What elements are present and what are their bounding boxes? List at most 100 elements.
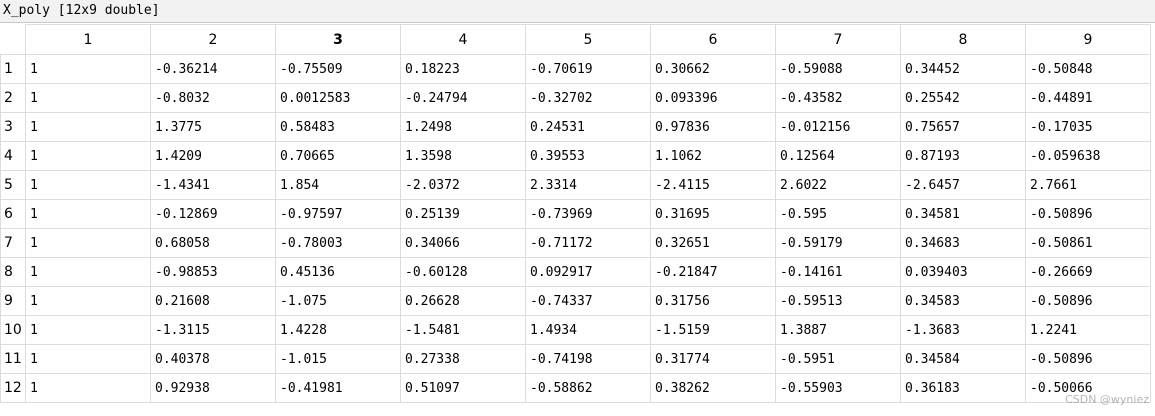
table-cell[interactable]: 2.7661 xyxy=(1025,170,1151,200)
table-cell[interactable]: 1 xyxy=(25,257,151,287)
table-cell[interactable]: 0.30662 xyxy=(650,54,776,84)
row-header[interactable]: 2 xyxy=(0,83,26,113)
table-cell[interactable]: 1 xyxy=(25,286,151,316)
table-cell[interactable]: -0.059638 xyxy=(1025,141,1151,171)
table-cell[interactable]: 1.4934 xyxy=(525,315,651,345)
table-cell[interactable]: 0.34581 xyxy=(900,199,1026,229)
table-cell[interactable]: 0.21608 xyxy=(150,286,276,316)
table-cell[interactable]: -0.50848 xyxy=(1025,54,1151,84)
table-cell[interactable]: 0.39553 xyxy=(525,141,651,171)
table-cell[interactable]: 1 xyxy=(25,373,151,403)
table-cell[interactable]: -0.14161 xyxy=(775,257,901,287)
table-cell[interactable]: 0.26628 xyxy=(400,286,526,316)
table-cell[interactable]: 0.34683 xyxy=(900,228,1026,258)
table-cell[interactable]: 0.24531 xyxy=(525,112,651,142)
table-cell[interactable]: -0.50896 xyxy=(1025,199,1151,229)
table-cell[interactable]: -1.4341 xyxy=(150,170,276,200)
table-cell[interactable]: -0.74198 xyxy=(525,344,651,374)
table-cell[interactable]: 1 xyxy=(25,83,151,113)
table-cell[interactable]: -0.98853 xyxy=(150,257,276,287)
table-cell[interactable]: 1.4209 xyxy=(150,141,276,171)
table-cell[interactable]: -2.6457 xyxy=(900,170,1026,200)
table-cell[interactable]: 1.2241 xyxy=(1025,315,1151,345)
table-cell[interactable]: 1.1062 xyxy=(650,141,776,171)
table-cell[interactable]: -0.60128 xyxy=(400,257,526,287)
table-cell[interactable]: -0.58862 xyxy=(525,373,651,403)
table-cell[interactable]: 1.3887 xyxy=(775,315,901,345)
table-cell[interactable]: -0.36214 xyxy=(150,54,276,84)
column-header-5[interactable]: 5 xyxy=(525,24,651,55)
column-header-8[interactable]: 8 xyxy=(900,24,1026,55)
table-cell[interactable]: 0.31774 xyxy=(650,344,776,374)
table-cell[interactable]: -2.4115 xyxy=(650,170,776,200)
table-cell[interactable]: 0.27338 xyxy=(400,344,526,374)
table-cell[interactable]: -0.71172 xyxy=(525,228,651,258)
column-header-9[interactable]: 9 xyxy=(1025,24,1151,55)
table-cell[interactable]: -0.24794 xyxy=(400,83,526,113)
column-header-4[interactable]: 4 xyxy=(400,24,526,55)
table-cell[interactable]: -0.74337 xyxy=(525,286,651,316)
table-cell[interactable]: 0.97836 xyxy=(650,112,776,142)
table-cell[interactable]: -0.26669 xyxy=(1025,257,1151,287)
row-header[interactable]: 12 xyxy=(0,373,26,403)
table-cell[interactable]: -0.70619 xyxy=(525,54,651,84)
table-cell[interactable]: -0.21847 xyxy=(650,257,776,287)
table-cell[interactable]: 0.36183 xyxy=(900,373,1026,403)
table-cell[interactable]: 0.31695 xyxy=(650,199,776,229)
table-cell[interactable]: -0.50896 xyxy=(1025,344,1151,374)
table-cell[interactable]: -0.17035 xyxy=(1025,112,1151,142)
table-cell[interactable]: -1.3683 xyxy=(900,315,1026,345)
table-cell[interactable]: 0.092917 xyxy=(525,257,651,287)
table-cell[interactable]: 1.4228 xyxy=(275,315,401,345)
table-cell[interactable]: 0.12564 xyxy=(775,141,901,171)
table-cell[interactable]: 0.25542 xyxy=(900,83,1026,113)
table-cell[interactable]: 0.45136 xyxy=(275,257,401,287)
table-cell[interactable]: -0.75509 xyxy=(275,54,401,84)
row-header[interactable]: 3 xyxy=(0,112,26,142)
row-header[interactable]: 5 xyxy=(0,170,26,200)
row-header[interactable]: 11 xyxy=(0,344,26,374)
row-header[interactable]: 1 xyxy=(0,54,26,84)
table-cell[interactable]: 0.34584 xyxy=(900,344,1026,374)
table-cell[interactable]: 0.40378 xyxy=(150,344,276,374)
table-cell[interactable]: -1.3115 xyxy=(150,315,276,345)
table-cell[interactable]: -0.43582 xyxy=(775,83,901,113)
column-header-2[interactable]: 2 xyxy=(150,24,276,55)
table-cell[interactable]: -1.5159 xyxy=(650,315,776,345)
table-cell[interactable]: -0.55903 xyxy=(775,373,901,403)
table-cell[interactable]: 0.70665 xyxy=(275,141,401,171)
table-cell[interactable]: 1 xyxy=(25,344,151,374)
table-cell[interactable]: 1.2498 xyxy=(400,112,526,142)
row-header[interactable]: 7 xyxy=(0,228,26,258)
table-cell[interactable]: -1.075 xyxy=(275,286,401,316)
table-cell[interactable]: -1.5481 xyxy=(400,315,526,345)
table-cell[interactable]: 0.0012583 xyxy=(275,83,401,113)
row-header[interactable]: 10 xyxy=(0,315,26,345)
table-cell[interactable]: -0.8032 xyxy=(150,83,276,113)
table-cell[interactable]: -0.41981 xyxy=(275,373,401,403)
column-header-7[interactable]: 7 xyxy=(775,24,901,55)
row-header[interactable]: 6 xyxy=(0,199,26,229)
table-cell[interactable]: 0.51097 xyxy=(400,373,526,403)
table-cell[interactable]: 0.58483 xyxy=(275,112,401,142)
row-header[interactable]: 9 xyxy=(0,286,26,316)
row-header[interactable]: 4 xyxy=(0,141,26,171)
table-cell[interactable]: -0.97597 xyxy=(275,199,401,229)
table-cell[interactable]: 1 xyxy=(25,112,151,142)
column-header-1[interactable]: 1 xyxy=(25,24,151,55)
table-cell[interactable]: -0.5951 xyxy=(775,344,901,374)
table-cell[interactable]: 0.093396 xyxy=(650,83,776,113)
table-cell[interactable]: -0.50861 xyxy=(1025,228,1151,258)
table-cell[interactable]: 0.92938 xyxy=(150,373,276,403)
table-cell[interactable]: -0.12869 xyxy=(150,199,276,229)
table-cell[interactable]: 0.38262 xyxy=(650,373,776,403)
table-cell[interactable]: 1 xyxy=(25,54,151,84)
table-cell[interactable]: -0.595 xyxy=(775,199,901,229)
table-cell[interactable]: 0.18223 xyxy=(400,54,526,84)
table-cell[interactable]: 1.854 xyxy=(275,170,401,200)
table-cell[interactable]: 1.3775 xyxy=(150,112,276,142)
table-cell[interactable]: 0.75657 xyxy=(900,112,1026,142)
table-cell[interactable]: -0.78003 xyxy=(275,228,401,258)
table-cell[interactable]: -0.59179 xyxy=(775,228,901,258)
table-cell[interactable]: -0.32702 xyxy=(525,83,651,113)
